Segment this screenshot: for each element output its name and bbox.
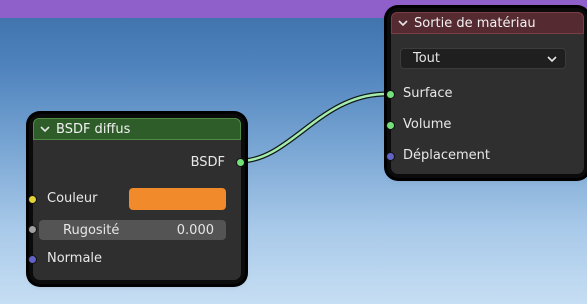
bsdf-output-label: BSDF (190, 155, 225, 170)
color-input-label: Couleur (47, 191, 98, 206)
color-input-socket[interactable] (28, 195, 37, 204)
diffuse-bsdf-title: BSDF diffus (56, 121, 131, 137)
target-dropdown-value: Tout (413, 51, 441, 66)
normal-input-label: Normale (47, 251, 103, 266)
diffuse-bsdf-node-header[interactable]: BSDF diffus (33, 118, 241, 140)
chevron-down-icon (547, 55, 557, 62)
volume-input-label: Volume (403, 117, 452, 132)
displacement-input-socket[interactable] (386, 152, 395, 161)
normal-input-socket[interactable] (28, 255, 37, 264)
collapse-chevron-icon[interactable] (40, 124, 50, 134)
material-output-node[interactable]: Sortie de matériau Tout Surface Volume D… (386, 12, 584, 174)
roughness-value: 0.000 (176, 222, 214, 238)
roughness-label: Rugosité (63, 222, 120, 238)
volume-input-socket[interactable] (386, 121, 395, 130)
target-dropdown[interactable]: Tout (400, 48, 566, 69)
collapse-chevron-icon[interactable] (398, 18, 408, 28)
surface-input-label: Surface (403, 86, 453, 101)
bsdf-output-socket[interactable] (236, 158, 245, 167)
diffuse-bsdf-node[interactable]: BSDF diffus BSDF Couleur Rugosité 0.000 … (28, 118, 245, 280)
displacement-input-label: Déplacement (403, 148, 490, 163)
roughness-field[interactable]: Rugosité 0.000 (39, 220, 226, 240)
material-output-title: Sortie de matériau (414, 15, 536, 31)
color-swatch[interactable] (129, 188, 226, 210)
roughness-input-socket[interactable] (28, 225, 37, 234)
material-output-node-header[interactable]: Sortie de matériau (391, 12, 584, 34)
surface-input-socket[interactable] (386, 90, 395, 99)
